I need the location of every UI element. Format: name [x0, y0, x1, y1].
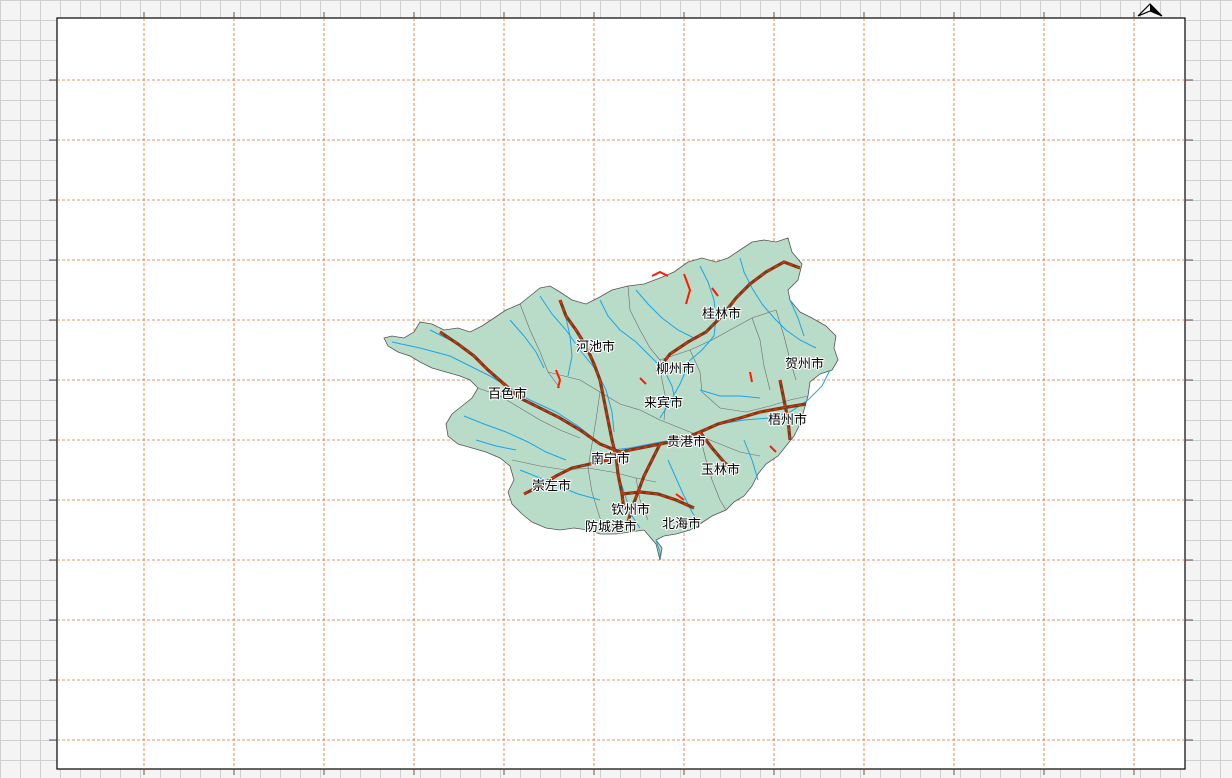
map-layout: 桂林市 河池市 柳州市 贺州市 百色市 来宾市 梧州市 贵港市 南宁市 玉林市 … [49, 3, 1193, 775]
city-label-baise: 百色市 [488, 386, 527, 402]
city-label-guilin: 桂林市 [702, 306, 741, 322]
city-label-wuzhou: 梧州市 [768, 412, 807, 428]
city-label-yulin: 玉林市 [701, 462, 740, 478]
city-label-guigang: 贵港市 [667, 434, 706, 450]
north-arrow-icon [1137, 3, 1163, 17]
city-label-hechi: 河池市 [576, 339, 615, 355]
city-label-laibin: 来宾市 [644, 395, 683, 411]
map-canvas: 桂林市 河池市 柳州市 贺州市 百色市 来宾市 梧州市 贵港市 南宁市 玉林市 … [0, 0, 1232, 778]
city-label-fangchenggang: 防城港市 [585, 519, 637, 535]
city-label-nanning: 南宁市 [591, 451, 630, 467]
city-label-hezhou: 贺州市 [785, 356, 824, 372]
city-label-qinzhou: 钦州市 [611, 502, 650, 518]
city-label-beihai: 北海市 [662, 516, 701, 532]
city-label-chongzuo: 崇左市 [532, 478, 571, 494]
city-label-liuzhou: 柳州市 [656, 361, 695, 377]
